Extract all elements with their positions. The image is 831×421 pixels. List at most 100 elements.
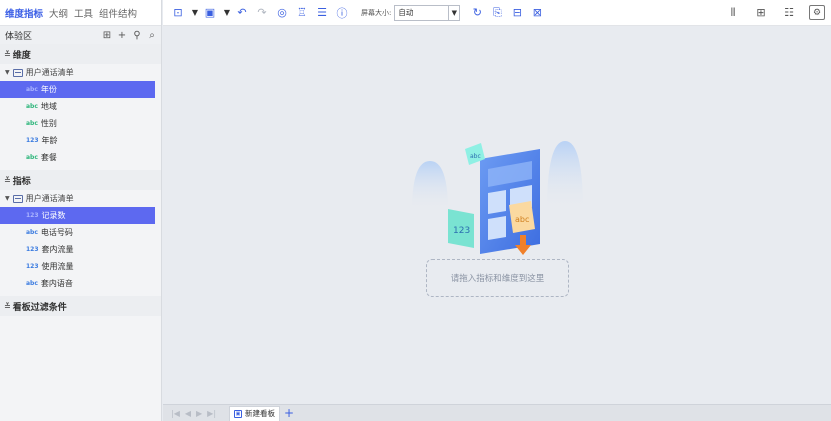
- number-type-icon: 123: [26, 263, 39, 270]
- list-item[interactable]: abc 套内语音: [0, 275, 161, 292]
- illus-abc-large: abc: [515, 215, 529, 224]
- chevron-down-icon: ≚: [4, 175, 11, 185]
- text-type-icon: abc: [26, 280, 38, 287]
- list-item[interactable]: 123 套内流量: [0, 241, 161, 258]
- template-icon[interactable]: ☰: [315, 6, 329, 20]
- gear-icon[interactable]: ⚙: [809, 5, 825, 20]
- next-page-icon[interactable]: ▶: [196, 409, 202, 418]
- tab-dimension-metric[interactable]: 维度指标: [5, 6, 43, 20]
- list-item-label: 使用流量: [41, 262, 74, 271]
- export-icon[interactable]: ⎘: [490, 6, 504, 20]
- last-page-icon[interactable]: ▶|: [207, 409, 216, 418]
- list-item[interactable]: abc 地域: [0, 98, 161, 115]
- text-type-icon: abc: [26, 120, 38, 127]
- settings-page-icon[interactable]: ⊠: [530, 6, 544, 20]
- chevron-down-icon: ≚: [4, 49, 11, 59]
- number-type-icon: 123: [26, 137, 39, 144]
- dimension-table-name: 用户通话清单: [25, 68, 74, 77]
- undo-icon[interactable]: ↶: [235, 6, 249, 20]
- refresh-icon[interactable]: ↻: [470, 6, 484, 20]
- drop-zone[interactable]: 请拖入指标和维度到这里: [426, 259, 569, 297]
- dropdown-arrow-icon[interactable]: ▼: [223, 6, 231, 20]
- list-item[interactable]: abc 性别: [0, 115, 161, 132]
- panel-header: 体验区 ⊞ + ⚲ ⌕: [0, 26, 161, 44]
- new-component-icon[interactable]: ⊡: [171, 6, 185, 20]
- list-item[interactable]: abc 套餐: [0, 149, 161, 166]
- text-type-icon: abc: [26, 229, 38, 236]
- metric-table-group[interactable]: ▼ 用户通话清单: [0, 190, 161, 207]
- app-root: 维度指标 大纲 工具 组件结构 体验区 ⊞ + ⚲ ⌕ ≚ 维度 ▼ 用户通话清…: [0, 0, 831, 421]
- metric-section-title: 指标: [12, 176, 31, 187]
- list-item[interactable]: 123 使用流量: [0, 258, 161, 275]
- screen-size-select[interactable]: 自动 ▼: [394, 4, 461, 21]
- tab-new-dashboard[interactable]: ▣ 新建看板: [229, 405, 281, 421]
- list-item[interactable]: abc 年份: [0, 81, 155, 98]
- chevron-down-icon: ≚: [4, 301, 11, 311]
- text-type-icon: abc: [26, 86, 38, 93]
- list-item-label: 年份: [40, 85, 57, 94]
- list-item-label: 套内流量: [41, 245, 74, 254]
- toolbar: ⊡ ▼ ▣ ▼ ↶ ↷ ◎ ♖ ☰ ⓘ 屏幕大小: 自动 ▼ ↻ ⎘ ⊟ ⊠ ⫴…: [163, 0, 831, 26]
- prev-page-icon[interactable]: ◀: [185, 409, 191, 418]
- list-item-label: 记录数: [41, 211, 66, 220]
- drop-hint: 请拖入指标和维度到这里: [450, 274, 545, 284]
- report-icon[interactable]: ⊟: [510, 6, 524, 20]
- dimension-table-group[interactable]: ▼ 用户通话清单: [0, 64, 161, 81]
- list-item[interactable]: 123 记录数: [0, 207, 155, 224]
- toolbar-right-group: ⫴ ⊞ ☷ ⚙: [725, 5, 825, 20]
- text-type-icon: abc: [26, 103, 38, 110]
- text-type-icon: abc: [26, 154, 38, 161]
- chevron-down-icon: ▼: [448, 5, 459, 20]
- list-item-label: 地域: [40, 102, 57, 111]
- new-table-icon[interactable]: ⊞: [102, 30, 112, 41]
- filter-section-title: 看板过滤条件: [12, 302, 67, 313]
- info-icon[interactable]: ⓘ: [335, 6, 349, 20]
- screen-size-label: 屏幕大小:: [361, 8, 392, 17]
- panel-tools: ⊞ + ⚲ ⌕: [102, 30, 157, 41]
- plus-icon[interactable]: +: [117, 30, 127, 41]
- list-item[interactable]: 123 年龄: [0, 132, 161, 149]
- list-item[interactable]: abc 电话号码: [0, 224, 161, 241]
- list-item-label: 套餐: [40, 153, 57, 162]
- add-tab-icon[interactable]: +: [284, 406, 294, 420]
- list-item-label: 电话号码: [40, 228, 73, 237]
- table-icon: [12, 68, 23, 77]
- tab-component-structure[interactable]: 组件结构: [99, 6, 137, 20]
- expand-triangle-icon: ▼: [5, 69, 10, 76]
- dimension-section-title: 维度: [12, 50, 31, 61]
- tab-tools[interactable]: 工具: [74, 6, 93, 20]
- table-icon: [12, 194, 23, 203]
- dimension-section-header[interactable]: ≚ 维度: [0, 44, 161, 64]
- filter-section-header[interactable]: ≚ 看板过滤条件: [0, 296, 161, 316]
- metric-section-header[interactable]: ≚ 指标: [0, 170, 161, 190]
- list-item-label: 年龄: [41, 136, 58, 145]
- tab-outline[interactable]: 大纲: [49, 6, 68, 20]
- grid-icon[interactable]: ⊞: [753, 5, 769, 20]
- screen-size-value: 自动: [398, 8, 414, 17]
- theme-icon[interactable]: ♖: [295, 6, 309, 20]
- list-item-label: 性别: [40, 119, 57, 128]
- bottom-tab-bar: |◀ ◀ ▶ ▶| ▣ 新建看板 +: [163, 404, 831, 421]
- number-type-icon: 123: [26, 212, 39, 219]
- search-icon[interactable]: ⌕: [147, 30, 157, 41]
- dashboard-canvas[interactable]: abc 123 abc 请拖入指标和维度到这里: [163, 26, 831, 404]
- layout-icon[interactable]: ☷: [781, 5, 797, 20]
- preview-icon[interactable]: ◎: [275, 6, 289, 20]
- number-type-icon: 123: [26, 246, 39, 253]
- expand-triangle-icon: ▼: [5, 195, 10, 202]
- link-icon[interactable]: ⚲: [132, 30, 142, 41]
- list-item-label: 套内语音: [40, 279, 73, 288]
- metric-table-name: 用户通话清单: [25, 194, 74, 203]
- tab-label: 新建看板: [245, 409, 276, 418]
- first-page-icon[interactable]: |◀: [171, 409, 180, 418]
- left-tabs: 维度指标 大纲 工具 组件结构: [0, 0, 161, 26]
- redo-icon[interactable]: ↷: [255, 6, 269, 20]
- dropdown-arrow-icon[interactable]: ▼: [191, 6, 199, 20]
- illus-abc-small: abc: [470, 153, 481, 160]
- save-icon[interactable]: ▣: [203, 6, 217, 20]
- illus-123: 123: [453, 226, 470, 236]
- chart-icon[interactable]: ⫴: [725, 5, 741, 20]
- dashboard-icon: ▣: [234, 409, 243, 418]
- panel-title: 体验区: [5, 31, 33, 42]
- left-panel: 维度指标 大纲 工具 组件结构 体验区 ⊞ + ⚲ ⌕ ≚ 维度 ▼ 用户通话清…: [0, 0, 162, 421]
